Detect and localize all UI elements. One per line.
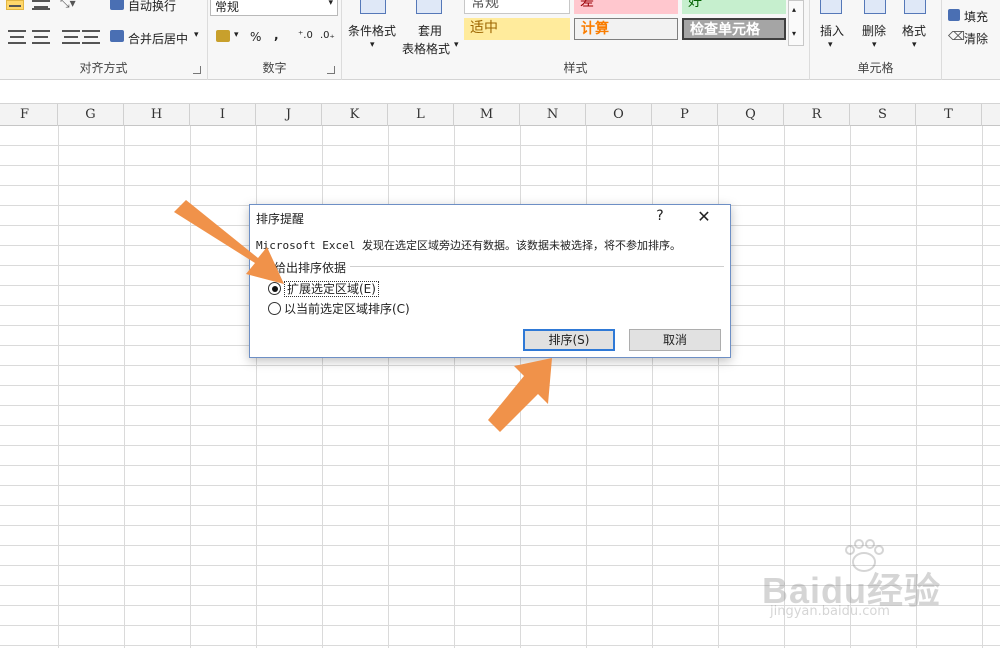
style-check-cell[interactable]: 检查单元格 [682,18,786,40]
wrap-text-icon [110,0,124,10]
column-header[interactable]: H [124,104,190,126]
expand-selection-label[interactable]: 扩展选定区域(E) [284,281,379,297]
alignment-group: ⤡▾ 自动换行 合并后居中 ▾ 对齐方式 [0,0,208,80]
table-format-dropdown-icon[interactable]: ▾ [454,40,459,50]
current-selection-option[interactable]: 以当前选定区域排序(C) [268,300,410,317]
dialog-message: Microsoft Excel 发现在选定区域旁边还有数据。该数据未被选择，将不… [256,239,681,252]
column-header[interactable]: O [586,104,652,126]
column-header[interactable]: R [784,104,850,126]
gallery-more-icon[interactable]: ▾ [792,29,796,38]
fill-icon [948,9,960,21]
column-header[interactable]: J [256,104,322,126]
excel-window: ⤡▾ 自动换行 合并后居中 ▾ 对齐方式 常规 ▾ ▾ % , ⁺.0 .0₊ [0,0,1000,648]
increase-decimal-icon[interactable]: ⁺.0 [298,30,313,41]
delete-button[interactable]: 删除 [862,22,886,39]
editing-group: 填充 ⌫ 清除 [942,0,1000,80]
insert-icon [820,0,842,14]
eraser-icon: ⌫ [948,29,965,43]
column-header[interactable]: T [916,104,982,126]
align-middle-icon[interactable] [32,0,50,10]
current-selection-label[interactable]: 以当前选定区域排序(C) [284,302,410,316]
increase-indent-icon[interactable] [82,30,100,44]
baidu-watermark: Baidu经验 jingyan.baidu.com [762,538,962,628]
styles-group-label: 样式 [563,61,588,75]
table-format-label-1[interactable]: 套用 [418,22,442,39]
column-header[interactable]: G [58,104,124,126]
insert-button[interactable]: 插入 [820,22,844,39]
accounting-format-icon[interactable] [216,30,230,42]
cells-group-label: 单元格 [857,61,894,75]
dialog-title: 排序提醒 [256,212,305,226]
style-good[interactable]: 好 [682,0,786,14]
style-calculation[interactable]: 计算 [574,18,678,40]
number-format-select[interactable]: 常规 ▾ [210,0,338,16]
decrease-decimal-icon[interactable]: .0₊ [320,30,335,41]
close-icon[interactable]: ✕ [696,207,712,227]
conditional-format-icon [360,0,386,14]
wrap-text-button[interactable]: 自动换行 [128,0,176,14]
delete-icon [864,0,886,14]
chevron-down-icon: ▾ [328,0,333,8]
comma-button[interactable]: , [274,28,279,42]
fill-button[interactable]: 填充 [964,8,988,25]
table-format-button[interactable]: 表格格式 [402,40,450,57]
accounting-dropdown-icon[interactable]: ▾ [234,30,239,40]
column-header[interactable]: K [322,104,388,126]
cells-group: 插入 ▾ 删除 ▾ 格式 ▾ 单元格 [810,0,942,80]
number-launcher-icon[interactable] [327,66,335,74]
styles-group: 条件格式 ▾ 套用 表格格式 ▾ 常规 差 好 适中 计算 检查单元格 ▴ ▾ … [342,0,810,80]
merge-center-icon [110,30,124,42]
cancel-button[interactable]: 取消 [629,329,721,351]
column-header[interactable]: N [520,104,586,126]
orientation-icon[interactable]: ⤡▾ [60,0,76,11]
sort-button[interactable]: 排序(S) [523,329,615,351]
sort-basis-label: 给出排序依据 [270,259,351,276]
table-format-icon [416,0,442,14]
conditional-format-button[interactable]: 条件格式 [348,22,396,39]
number-group-label: 数字 [262,61,287,75]
style-normal[interactable]: 常规 [464,0,570,14]
column-header[interactable]: Q [718,104,784,126]
conditional-format-dropdown-icon[interactable]: ▾ [370,40,375,50]
alignment-launcher-icon[interactable] [193,66,201,74]
decrease-indent-icon[interactable] [62,30,80,44]
merge-dropdown-icon[interactable]: ▾ [194,30,199,40]
number-group: 常规 ▾ ▾ % , ⁺.0 .0₊ 数字 [208,0,342,80]
style-gallery-scroll[interactable]: ▴ ▾ [788,0,804,46]
current-selection-radio[interactable] [268,302,281,315]
ribbon: ⤡▾ 自动换行 合并后居中 ▾ 对齐方式 常规 ▾ ▾ % , ⁺.0 .0₊ [0,0,1000,80]
column-header[interactable]: I [190,104,256,126]
watermark-url: jingyan.baidu.com [770,604,890,619]
gallery-up-icon[interactable]: ▴ [792,5,796,14]
column-header[interactable]: M [454,104,520,126]
style-neutral[interactable]: 适中 [464,18,570,40]
align-left-icon[interactable] [8,30,26,44]
number-format-value: 常规 [215,0,240,14]
sort-warning-dialog: 排序提醒 ? ✕ Microsoft Excel 发现在选定区域旁边还有数据。该… [249,204,731,358]
style-bad[interactable]: 差 [574,0,678,14]
alignment-group-label: 对齐方式 [79,61,128,75]
align-top-icon[interactable] [6,0,24,10]
column-header[interactable]: L [388,104,454,126]
format-icon [904,0,926,14]
delete-dropdown-icon[interactable]: ▾ [872,40,877,50]
merge-center-button[interactable]: 合并后居中 [128,30,188,47]
column-header[interactable]: F [0,104,58,126]
percent-button[interactable]: % [250,30,261,44]
column-header-row: F G H I J K L M N O P Q R S T [0,104,1000,126]
format-button[interactable]: 格式 [902,22,926,39]
clear-button[interactable]: 清除 [964,30,988,47]
column-header[interactable]: S [850,104,916,126]
column-header[interactable]: P [652,104,718,126]
expand-selection-radio[interactable] [268,282,281,295]
help-icon[interactable]: ? [654,208,666,224]
format-dropdown-icon[interactable]: ▾ [912,40,917,50]
align-right-icon[interactable] [32,30,50,44]
insert-dropdown-icon[interactable]: ▾ [828,40,833,50]
expand-selection-option[interactable]: 扩展选定区域(E) [268,280,379,297]
formula-bar[interactable] [0,80,1000,104]
